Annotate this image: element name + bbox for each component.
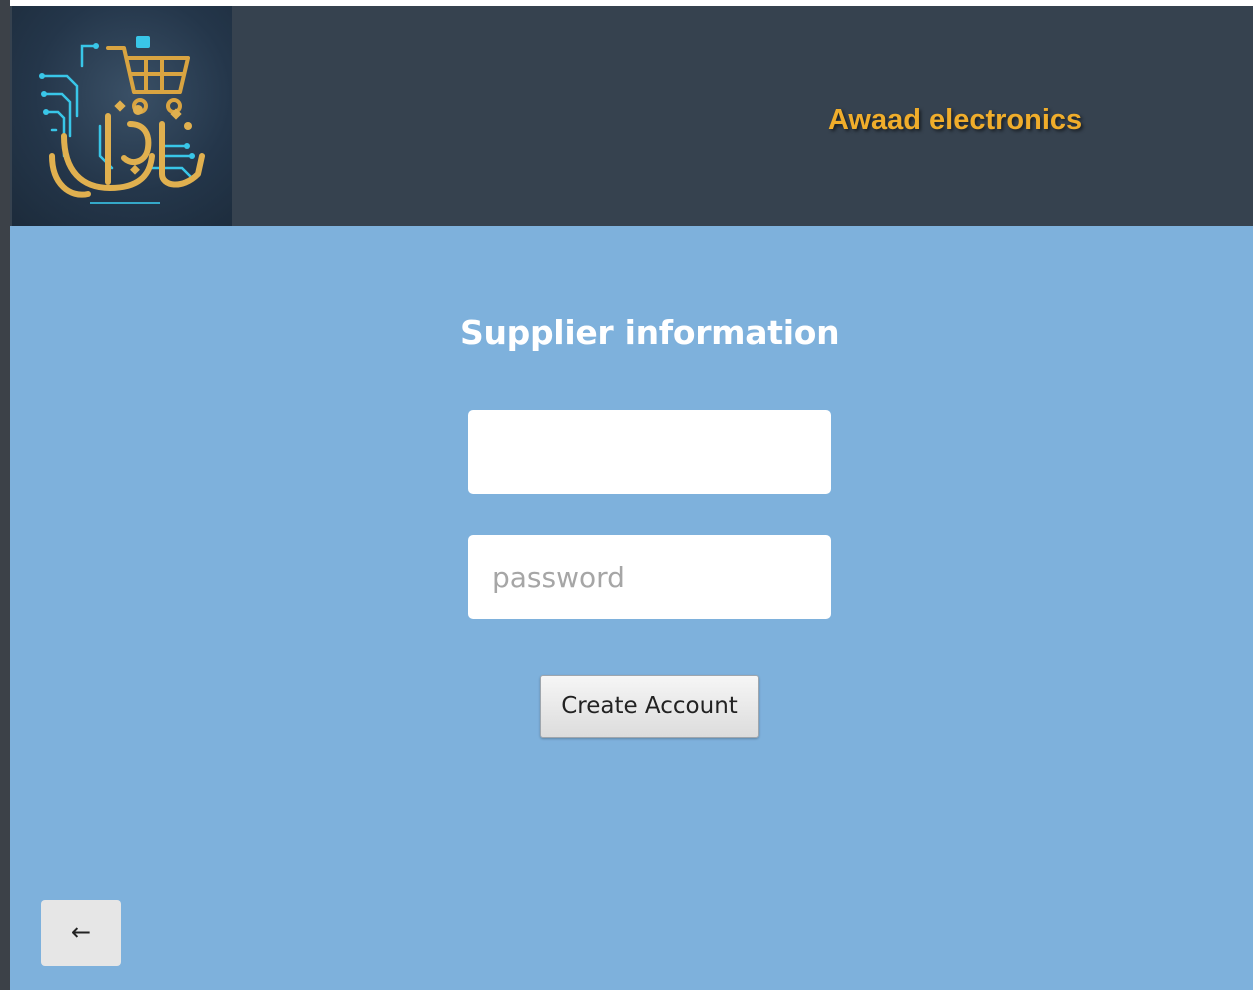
form-panel: Supplier information Create Account ← <box>10 226 1253 990</box>
page-title: Supplier information <box>460 313 840 352</box>
password-field[interactable] <box>468 535 831 619</box>
cart-circuit-logo-icon <box>12 6 232 226</box>
app-window: Awaad electronics Supplier information C… <box>0 0 1253 990</box>
window-left-edge <box>0 0 10 990</box>
arrow-left-icon: ← <box>70 918 92 946</box>
username-field[interactable] <box>468 410 831 494</box>
create-account-button[interactable]: Create Account <box>540 675 759 738</box>
back-button[interactable]: ← <box>41 900 121 966</box>
brand-name: Awaad electronics <box>828 104 1083 136</box>
